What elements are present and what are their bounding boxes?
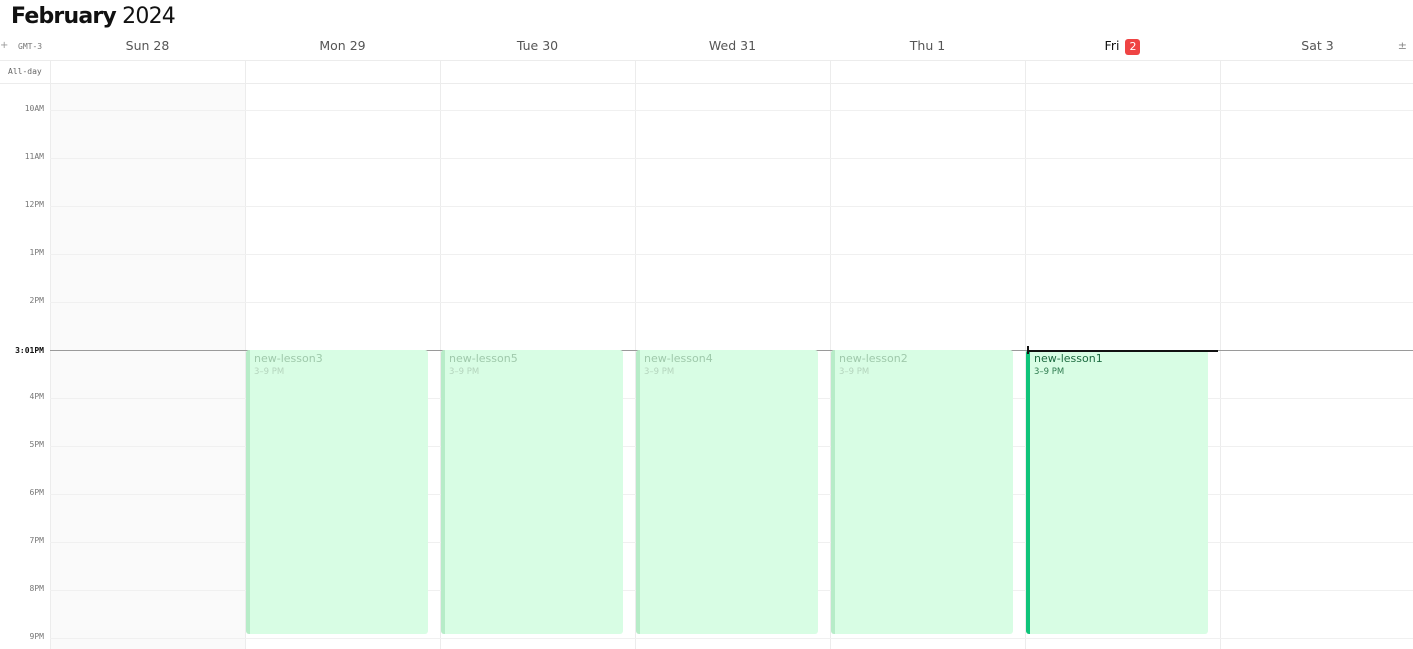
event-title: new-lesson4 [644,352,713,365]
hour-gridline [50,254,1413,255]
hour-label: 11AM [24,152,44,161]
column-divider [1220,60,1221,649]
day-header-wed[interactable]: Wed 31 [635,38,830,53]
hour-label: 5PM [29,440,44,449]
day-header-label: Tue 30 [516,38,559,53]
hour-label: 12PM [24,200,44,209]
day-header-label: Wed 31 [708,38,757,53]
day-header-mon[interactable]: Mon 29 [245,38,440,53]
hour-gridline [50,206,1413,207]
day-header-label: Fri [1104,38,1120,53]
day-header-sun[interactable]: Sun 28 [50,38,245,53]
today-current-time-tick [1027,346,1029,354]
event-time: 3–9 PM [839,367,870,377]
title-year: 2024 [122,4,176,29]
event-title: new-lesson1 [1034,352,1103,365]
current-time-label: 3:01PM [15,346,44,355]
day-header-label: Sun 28 [125,38,170,53]
all-day-label: All-day [8,67,42,76]
event-title: new-lesson2 [839,352,908,365]
day-header-label: Mon 29 [319,38,366,53]
page-title: February 2024 [11,4,176,29]
day-header-tue[interactable]: Tue 30 [440,38,635,53]
hour-label: 8PM [29,584,44,593]
hour-gridline [50,110,1413,111]
column-divider [50,60,51,649]
hour-label: 4PM [29,392,44,401]
time-grid[interactable]: 10AM 11AM 12PM 1PM 2PM 4PM 5PM 6PM 7PM 8… [0,60,1413,649]
hour-gridline [50,302,1413,303]
all-day-row[interactable]: All-day [0,60,1413,84]
expand-collapse-button[interactable]: ± [1398,39,1407,52]
event-new-lesson3[interactable]: new-lesson3 3–9 PM [246,350,428,634]
today-current-time-indicator [1027,350,1218,352]
event-new-lesson1[interactable]: new-lesson1 3–9 PM [1026,350,1208,634]
event-new-lesson2[interactable]: new-lesson2 3–9 PM [831,350,1013,634]
day-header-label: Thu 1 [909,38,946,53]
day-header-fri-today[interactable]: Fri 2 [1025,38,1220,55]
hour-gridline [50,158,1413,159]
hour-label: 7PM [29,536,44,545]
hour-label: 10AM [24,104,44,113]
event-time: 3–9 PM [449,367,480,377]
day-header-thu[interactable]: Thu 1 [830,38,1025,53]
today-badge: 2 [1125,39,1141,55]
event-title: new-lesson5 [449,352,518,365]
title-month: February [11,4,117,29]
weekend-column-shade [50,84,245,649]
hour-label: 6PM [29,488,44,497]
hour-label: 2PM [29,296,44,305]
event-title: new-lesson3 [254,352,323,365]
timezone-add-button[interactable]: + [0,40,8,51]
event-time: 3–9 PM [1034,367,1065,377]
day-header-row: + GMT-3 Sun 28 Mon 29 Tue 30 Wed 31 Thu … [0,36,1413,60]
day-header-sat[interactable]: Sat 3 [1220,38,1413,53]
day-header-label: Sat 3 [1301,38,1334,53]
event-time: 3–9 PM [254,367,285,377]
event-new-lesson4[interactable]: new-lesson4 3–9 PM [636,350,818,634]
hour-label: 9PM [29,632,44,641]
timezone-label[interactable]: GMT-3 [18,42,42,51]
hour-label: 1PM [29,248,44,257]
event-time: 3–9 PM [644,367,675,377]
event-new-lesson5[interactable]: new-lesson5 3–9 PM [441,350,623,634]
hour-gridline [50,638,1413,639]
